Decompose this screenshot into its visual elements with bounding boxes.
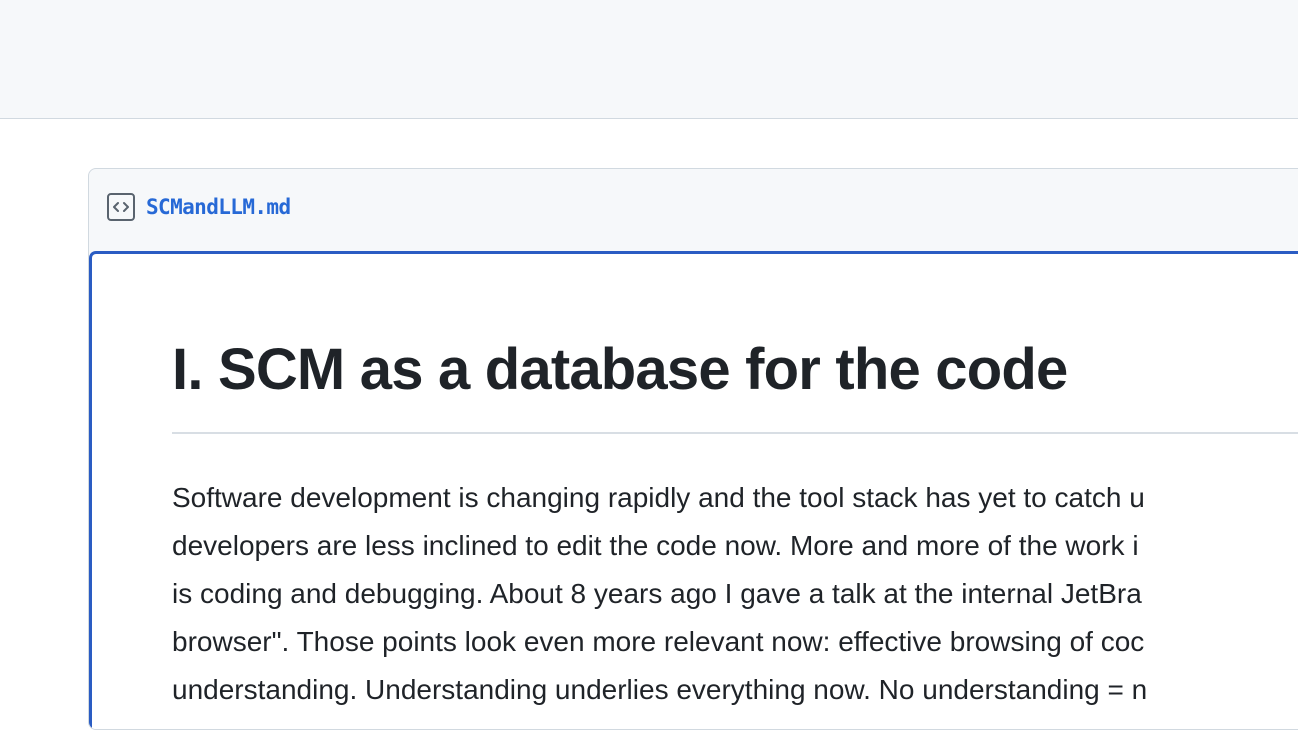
paragraph-line: is coding and debugging. About 8 years a… [172, 578, 1142, 609]
code-brackets-icon [113, 202, 129, 212]
document-heading: I. SCM as a database for the code [172, 337, 1068, 402]
gist-file-container: SCMandLLM.md I. SCM as a database for th… [88, 168, 1298, 730]
file-code-icon [107, 193, 135, 221]
heading-divider [172, 432, 1298, 434]
file-header: SCMandLLM.md [89, 169, 1298, 251]
paragraph-line: Software development is changing rapidly… [172, 482, 1145, 513]
paragraph-line: understanding. Understanding underlies e… [172, 674, 1148, 705]
paragraph-line: browser". Those points look even more re… [172, 626, 1145, 657]
markdown-body: I. SCM as a database for the code Softwa… [89, 251, 1298, 729]
document-paragraph: Software development is changing rapidly… [172, 474, 1298, 714]
paragraph-line: developers are less inclined to edit the… [172, 530, 1139, 561]
file-name-link[interactable]: SCMandLLM.md [146, 195, 291, 219]
top-header-band [0, 0, 1298, 119]
